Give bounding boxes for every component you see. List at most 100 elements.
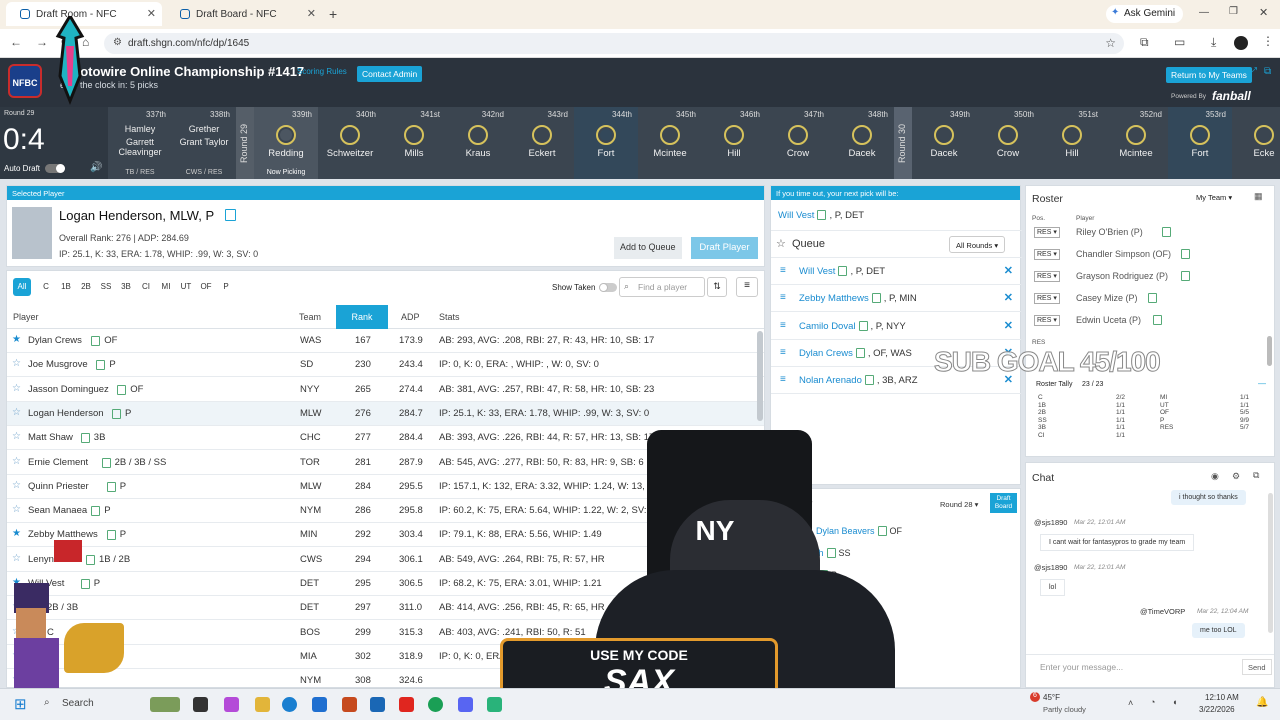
position-filter-2b[interactable]: 2B [77,278,95,296]
expand-icon[interactable]: ⤢ [1249,66,1257,77]
player-name[interactable]: Quinn Priester [28,481,89,492]
note-icon[interactable] [1180,271,1190,281]
pick-cell[interactable]: 346th Hill [702,107,766,179]
volume-icon[interactable]: ◖ [1172,697,1177,707]
position-filter-1b[interactable]: 1B [57,278,75,296]
player-name[interactable]: Zebby Matthews [28,529,98,540]
player-name[interactable]: Jasson Dominguez [28,384,109,395]
return-to-teams-button[interactable]: Return to My Teams [1166,67,1252,83]
roster-scrollbar[interactable] [1267,336,1272,366]
close-icon[interactable]: ✕ [307,7,316,20]
player-name[interactable]: Matt Shaw [28,432,73,443]
position-filter-all[interactable]: All [13,278,31,296]
tab-draft-board[interactable]: Draft Board - NFC ✕ [166,2,322,26]
outlook-icon[interactable] [370,697,385,712]
youtube-icon[interactable] [399,697,414,712]
roster-slot-select[interactable]: RES ▾ [1034,293,1060,304]
remove-icon[interactable]: ✕ [1004,319,1013,332]
pick-cell[interactable]: 344th Fort [574,107,638,179]
position-filter-3b[interactable]: 3B [117,278,135,296]
table-row[interactable]: ☆ Joe Musgrove P SD 230 243.4 IP: 0, K: 0, ERA… [7,353,764,378]
position-filter-ss[interactable]: SS [97,278,115,296]
drag-handle-icon[interactable]: ≡ [780,265,786,276]
position-filter-ci[interactable]: CI [137,278,155,296]
contact-admin-button[interactable]: Contact Admin [357,66,423,82]
col-rank[interactable]: Rank [336,305,388,329]
profile-avatar[interactable] [1234,36,1248,50]
note-icon[interactable] [91,506,101,517]
pick-cell[interactable]: 347th Crow [766,107,830,179]
chat-scrollbar[interactable] [1268,493,1273,633]
queue-item[interactable]: ≡ Will Vest , P, DET ✕ [771,258,1021,285]
pick-cell[interactable]: 350th Crow [976,107,1040,179]
position-filter-of[interactable]: OF [197,278,215,296]
sort-icon[interactable]: ⇅ [707,277,727,297]
pick-cell[interactable]: 345th Mcintee [638,107,702,179]
player-name[interactable]: Ernie Clement [28,457,88,468]
note-icon[interactable] [1162,227,1172,237]
star-icon[interactable]: ☆ [12,504,21,515]
note-icon[interactable] [106,481,116,492]
widget-icon[interactable] [150,697,180,712]
draft-board-button[interactable]: Draft Board [990,493,1017,513]
player-name[interactable]: Logan Henderson [28,408,104,419]
col-player[interactable]: Player [13,312,39,322]
star-icon[interactable]: ☆ [12,480,21,491]
show-taken-toggle[interactable] [599,283,617,292]
roster-team-select[interactable]: My Team ▾ [1196,193,1232,202]
bookmark-star-icon[interactable]: ☆ [1105,36,1116,50]
table-row[interactable]: ☆ Jasson Dominguez OF NYY 265 274.4 AB: 381, A… [7,378,764,402]
position-filter-p[interactable]: P [217,278,235,296]
col-team[interactable]: Team [299,312,321,322]
tray-chevron-icon[interactable]: ˄ [1128,698,1133,708]
explorer-icon[interactable] [255,697,270,712]
pick-cell[interactable]: 340th Schweitzer [318,107,382,179]
note-icon[interactable] [1148,293,1158,303]
note-icon[interactable] [1180,249,1190,259]
draft-player-button[interactable]: Draft Player [691,237,758,259]
queue-player[interactable]: Will Vest , P, DET [799,266,885,277]
pick-cell[interactable]: 339th Redding Now Picking [254,107,318,179]
add-to-queue-button[interactable]: Add to Queue [614,237,682,259]
note-icon[interactable] [112,408,121,419]
popout-icon[interactable]: ⧉ [1264,66,1271,77]
note-icon[interactable] [225,209,236,221]
grid-icon[interactable]: ▦ [1254,191,1263,202]
history-round-select[interactable]: Round 28 ▾ [936,497,982,513]
star-icon[interactable]: ★ [12,528,21,539]
cast-icon[interactable]: ▭ [1174,35,1185,49]
extensions-icon[interactable]: ⧉ [1140,35,1149,50]
position-filter-c[interactable]: C [37,278,55,296]
site-info-icon[interactable]: ⚙ [113,37,122,48]
player-name[interactable]: Dylan Crews [28,335,82,346]
minimize-icon[interactable]: — [1199,7,1209,18]
discord-icon[interactable] [458,697,473,712]
note-icon[interactable] [91,336,101,346]
remove-icon[interactable]: ✕ [1004,264,1013,277]
popout-icon[interactable]: ⧉ [1253,470,1259,481]
col-stats[interactable]: Stats [439,312,460,322]
pick-cell[interactable]: Ecke [1232,107,1280,179]
weather-temp[interactable]: 45°F [1043,693,1060,702]
note-icon[interactable] [86,554,95,565]
star-icon[interactable]: ☆ [12,553,21,564]
remove-icon[interactable]: ✕ [1004,291,1013,304]
auto-draft-toggle[interactable] [45,164,65,173]
queue-item[interactable]: ≡ Camilo Doval , P, NYY ✕ [771,313,1021,340]
eye-icon[interactable]: ◉ [1211,471,1219,482]
chat-input[interactable]: Enter your message... [1040,662,1123,672]
pick-cell[interactable]: 351st Hill [1040,107,1104,179]
queue-player[interactable]: Camilo Doval , P, NYY [799,320,906,332]
queue-player[interactable]: Dylan Crews , OF, WAS [799,347,912,359]
edge-icon[interactable] [282,697,297,712]
note-icon[interactable] [1153,315,1162,325]
app-icon[interactable] [487,697,502,712]
back-icon[interactable]: ← [10,35,22,49]
note-icon[interactable] [117,384,127,395]
new-tab-icon[interactable]: + [329,6,337,22]
note-icon[interactable] [80,433,90,444]
gear-icon[interactable]: ⚙ [1232,471,1240,482]
player-name[interactable]: Joe Musgrove [28,359,88,370]
pick-cell[interactable]: 353rd Fort [1168,107,1232,179]
next-pick-name[interactable]: Will Vest , P, DET [778,210,864,221]
